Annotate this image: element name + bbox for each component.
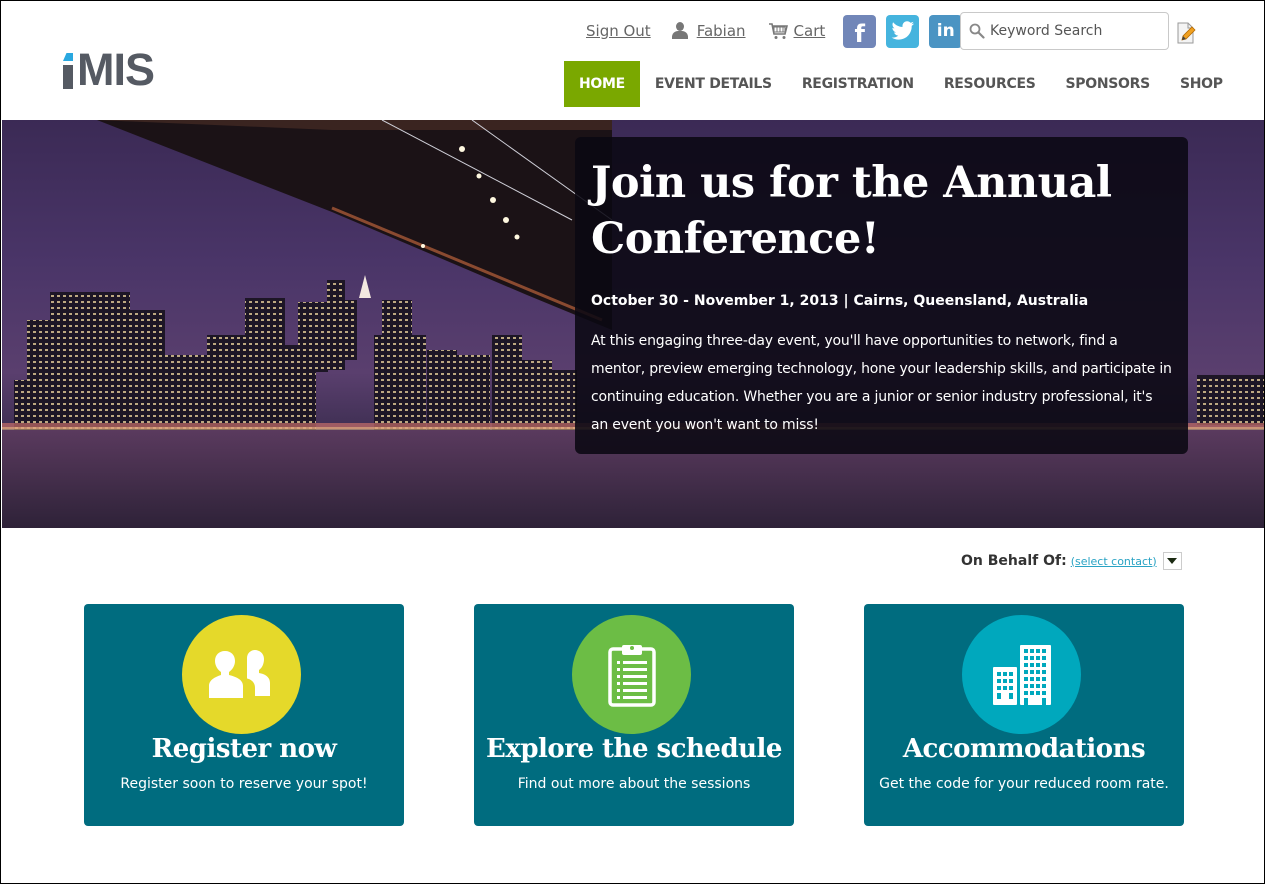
card-subtitle: Get the code for your reduced room rate.: [879, 776, 1169, 792]
event-description: At this engaging three-day event, you'll…: [591, 333, 1172, 433]
nav-sponsors[interactable]: SPONSORS: [1051, 61, 1165, 107]
edit-page-icon[interactable]: [1176, 22, 1196, 44]
cart-icon: [768, 23, 788, 39]
contact-dropdown-button[interactable]: [1162, 552, 1182, 570]
card-title: Register now: [151, 734, 337, 764]
users-icon: [208, 649, 270, 698]
main-nav: HOME EVENT DETAILS REGISTRATION RESOURCE…: [564, 61, 1238, 107]
imis-logo[interactable]: MIS: [63, 44, 155, 95]
facebook-button[interactable]: f: [843, 14, 877, 48]
facebook-icon: f: [854, 19, 865, 48]
chevron-down-icon: [1167, 558, 1178, 564]
user-icon: [671, 22, 689, 40]
linkedin-icon: in: [936, 21, 955, 41]
search-icon: [969, 23, 985, 39]
utility-bar: Sign Out Fabian Cart f in: [586, 14, 963, 48]
buildings-icon: [992, 644, 1051, 705]
logo-i-mark: [63, 53, 73, 89]
register-icon-circle: [182, 615, 301, 734]
nav-resources[interactable]: RESOURCES: [929, 61, 1051, 107]
hero-title-line-1: Join us for the Annual: [591, 158, 1112, 208]
on-behalf-of: On Behalf Of: (select contact): [961, 552, 1182, 570]
cart-link[interactable]: Cart: [794, 22, 826, 40]
accommodations-card[interactable]: Accommodations Get the code for your red…: [864, 604, 1184, 826]
nav-home[interactable]: HOME: [564, 61, 640, 107]
card-subtitle: Register soon to reserve your spot!: [120, 776, 368, 792]
card-title: Explore the schedule: [486, 734, 782, 764]
card-subtitle: Find out more about the sessions: [517, 776, 751, 792]
event-date-location: October 30 - November 1, 2013 | Cairns, …: [591, 293, 1089, 309]
schedule-icon-circle: [572, 615, 691, 734]
hero-banner: Join us for the Annual Conference! Octob…: [2, 120, 1264, 528]
select-contact-link[interactable]: (select contact): [1071, 555, 1157, 568]
keyword-search: [960, 12, 1169, 50]
user-profile-link[interactable]: Fabian: [697, 22, 746, 40]
nav-event-details[interactable]: EVENT DETAILS: [640, 61, 787, 107]
sign-out-link[interactable]: Sign Out: [586, 22, 651, 40]
browser-page: MIS Sign Out Fabian Cart f in Keyword Se…: [0, 0, 1265, 884]
nav-registration[interactable]: REGISTRATION: [787, 61, 929, 107]
search-input[interactable]: [990, 23, 1160, 39]
explore-schedule-card[interactable]: Explore the schedule Find out more about…: [474, 604, 794, 826]
on-behalf-label: On Behalf Of:: [961, 553, 1067, 569]
card-title: Accommodations: [902, 734, 1146, 764]
hero-callout: Join us for the Annual Conference! Octob…: [575, 137, 1188, 454]
hero-title: Join us for the Annual Conference!: [591, 155, 1172, 267]
hero-title-line-2: Conference!: [591, 214, 880, 264]
nav-shop[interactable]: SHOP: [1165, 61, 1238, 107]
accommodations-icon-circle: [962, 615, 1081, 734]
linkedin-button[interactable]: in: [929, 14, 963, 48]
twitter-button[interactable]: [886, 14, 920, 48]
twitter-icon: [891, 21, 914, 40]
logo-text: MIS: [77, 44, 155, 95]
register-now-card[interactable]: Register now Register soon to reserve yo…: [84, 604, 404, 826]
clipboard-icon: [607, 644, 656, 707]
